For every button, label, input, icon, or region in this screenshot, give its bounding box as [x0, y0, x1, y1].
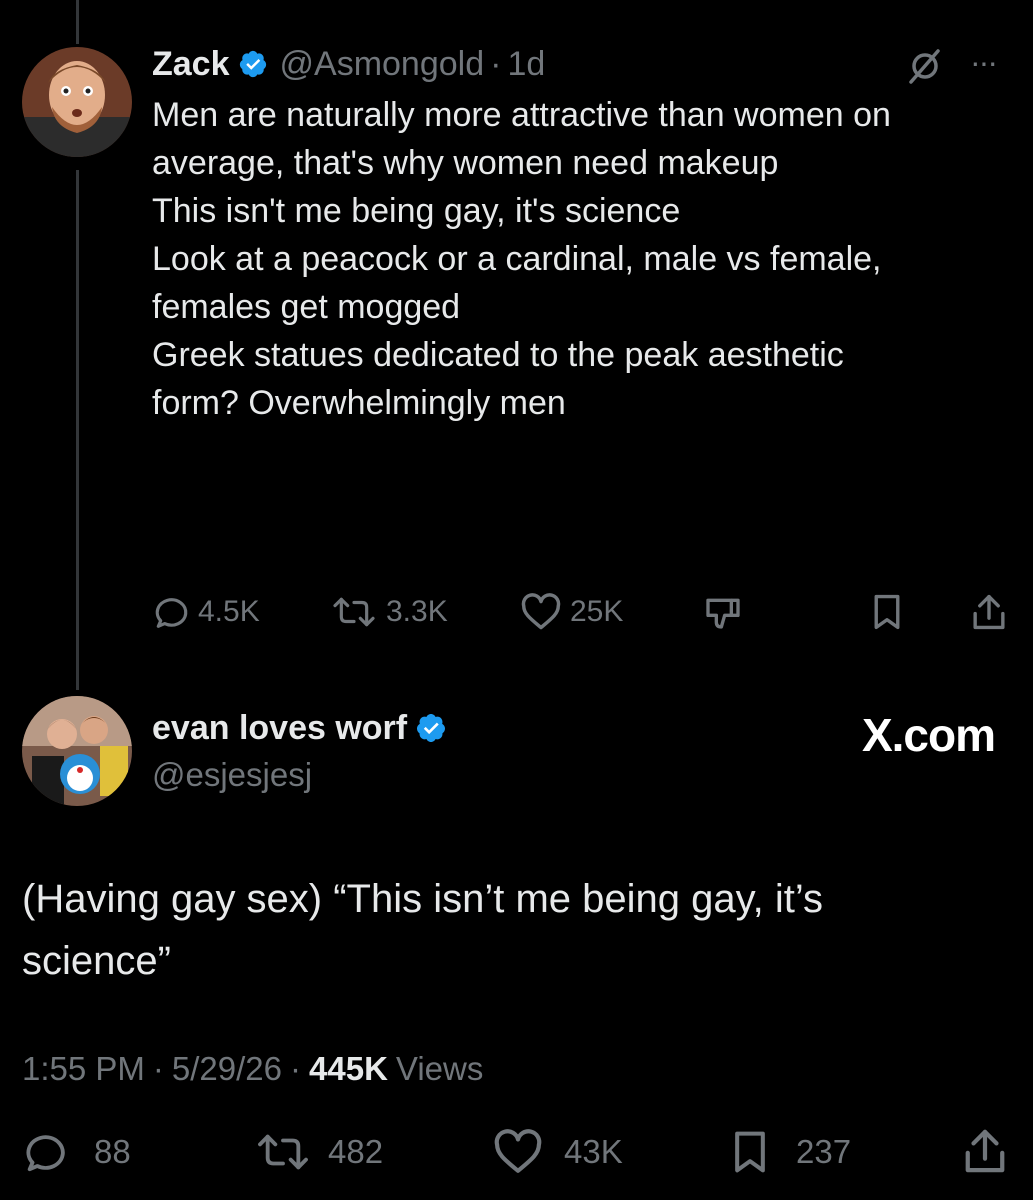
like-button[interactable]: 43K — [492, 1128, 623, 1176]
share-icon — [970, 592, 1008, 632]
reply-button[interactable]: 4.5K — [152, 590, 260, 634]
bookmark-count: 237 — [796, 1133, 852, 1170]
tweet-line: (Having gay sex) “This isn’t me being ga… — [22, 877, 824, 921]
more-icon[interactable]: ··· — [970, 44, 998, 81]
share-button[interactable] — [970, 590, 1008, 634]
share-button[interactable] — [962, 1126, 1008, 1176]
verified-badge-icon — [238, 49, 268, 79]
post-date[interactable]: 5/29/26 — [172, 1050, 282, 1088]
tweet-line: Greek statues dedicated to the peak aest… — [152, 336, 844, 374]
repost-icon — [254, 1129, 312, 1175]
verified-badge-icon — [415, 712, 447, 744]
handle[interactable]: @esjesjesj — [152, 756, 312, 794]
x-brand-logo: X.com — [861, 709, 996, 761]
bookmark-button[interactable] — [868, 590, 906, 634]
repost-button[interactable]: 482 — [254, 1128, 383, 1176]
timestamp[interactable]: 1d — [507, 45, 545, 84]
parent-tweet-text: Men are naturally more attractive than w… — [152, 91, 891, 427]
handle[interactable]: @Asmongold — [280, 45, 485, 84]
separator: · — [490, 44, 502, 83]
main-tweet-text: (Having gay sex) “This isn’t me being ga… — [22, 868, 823, 992]
parent-author: Zack @Asmongold · 1d — [152, 43, 545, 85]
tweet-line: Look at a peacock or a cardinal, male vs… — [152, 240, 882, 278]
like-count: 25K — [570, 595, 624, 628]
tweet-line: average, that's why women need makeup — [152, 144, 779, 182]
tweet-line: females get mogged — [152, 288, 461, 326]
reply-count: 88 — [94, 1133, 131, 1170]
tweet-line: form? Overwhelmingly men — [152, 384, 566, 422]
display-name[interactable]: evan loves worf — [152, 709, 407, 748]
tweet-line: This isn't me being gay, it's science — [152, 192, 681, 230]
separator: · — [152, 1050, 164, 1087]
avatar[interactable] — [22, 696, 132, 806]
bookmark-button[interactable]: 237 — [728, 1128, 851, 1176]
tweet-line: Men are naturally more attractive than w… — [152, 96, 891, 134]
repost-count: 482 — [328, 1133, 384, 1170]
separator: · — [290, 1050, 302, 1087]
avatar[interactable] — [22, 47, 132, 157]
views-count[interactable]: 445K — [309, 1050, 388, 1088]
repost-count: 3.3K — [386, 595, 448, 628]
reply-icon — [152, 593, 190, 631]
tweet-line: science” — [22, 939, 171, 983]
bookmark-icon — [868, 592, 906, 632]
dislike-icon — [703, 592, 743, 632]
like-button[interactable]: 25K — [520, 590, 623, 634]
tweet-metadata: 1:55 PM · 5/29/26 · 445K Views — [22, 1050, 483, 1088]
reply-count: 4.5K — [198, 595, 260, 628]
post-time[interactable]: 1:55 PM — [22, 1050, 145, 1088]
display-name[interactable]: Zack — [152, 45, 230, 84]
thread-line — [76, 0, 79, 44]
reply-icon — [22, 1129, 68, 1175]
share-icon — [962, 1126, 1008, 1176]
like-icon — [492, 1129, 544, 1175]
reply-button[interactable]: 88 — [22, 1128, 131, 1176]
thread-line — [76, 170, 79, 690]
dislike-button[interactable] — [703, 590, 743, 634]
like-icon — [520, 593, 562, 631]
views-label: Views — [395, 1050, 484, 1087]
grok-icon[interactable] — [905, 46, 945, 91]
like-count: 43K — [564, 1133, 623, 1170]
repost-button[interactable]: 3.3K — [330, 590, 448, 634]
bookmark-icon — [728, 1128, 772, 1176]
repost-icon — [330, 593, 378, 631]
main-author: evan loves worf — [152, 706, 447, 750]
